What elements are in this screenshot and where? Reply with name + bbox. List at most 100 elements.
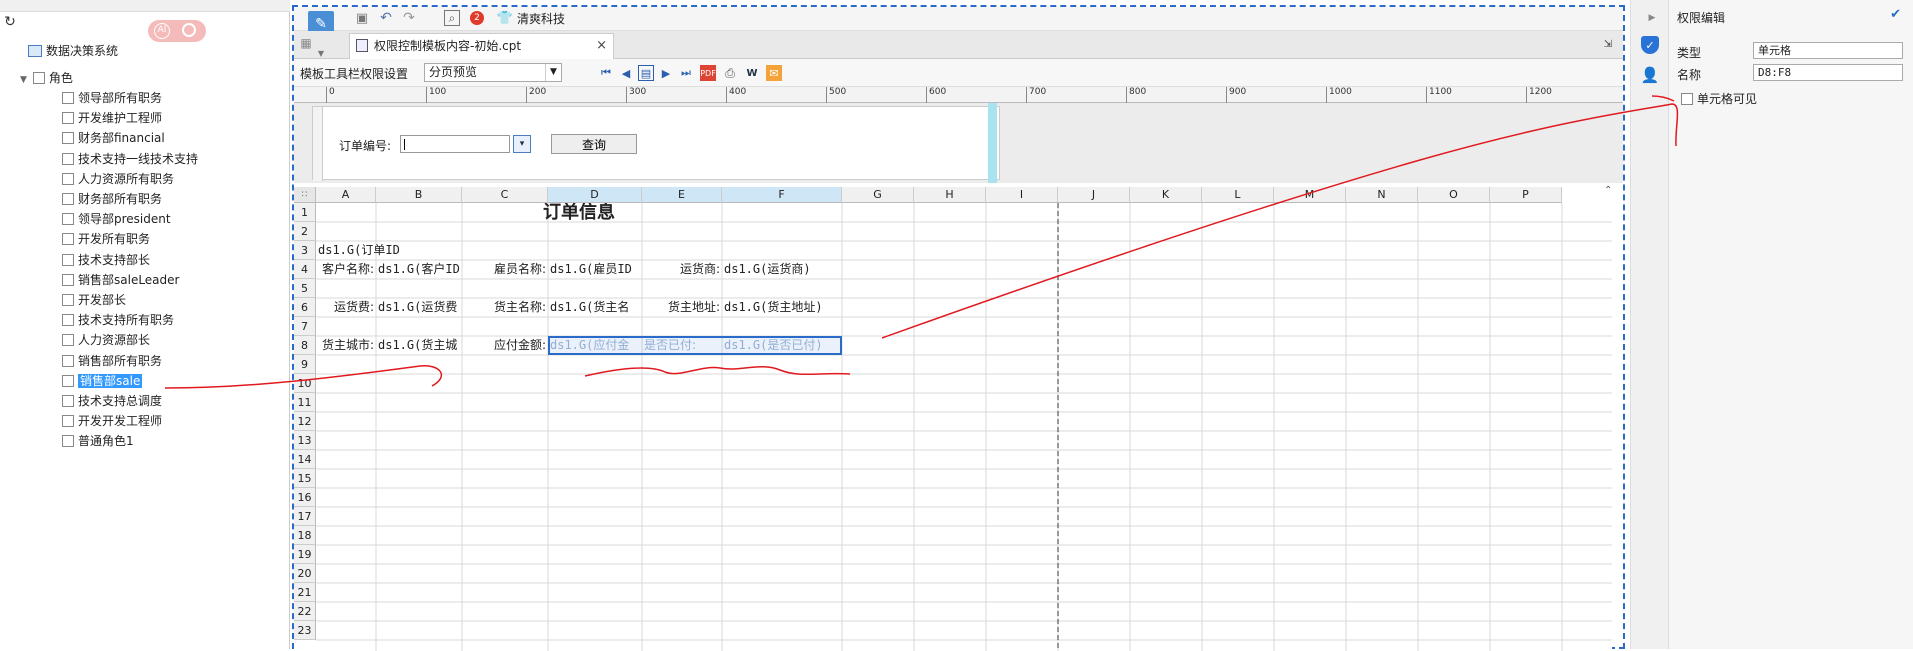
export-pdf-icon[interactable]: PDF	[700, 65, 716, 81]
dropdown-button[interactable]: ▾	[513, 135, 531, 153]
first-page-icon[interactable]: ⏮	[598, 65, 614, 81]
save-icon[interactable]: ▣	[354, 10, 370, 26]
row-header[interactable]: 19	[294, 545, 316, 564]
role-checkbox[interactable]	[62, 193, 74, 205]
select-all-corner[interactable]: ∷	[294, 187, 316, 203]
column-header[interactable]: P	[1490, 187, 1562, 203]
row-header[interactable]: 4	[294, 260, 316, 279]
role-checkbox[interactable]	[62, 334, 74, 347]
redo-icon[interactable]: ↷	[401, 10, 417, 26]
role-checkbox[interactable]	[62, 172, 74, 185]
row-header[interactable]: 18	[294, 526, 316, 545]
role-item[interactable]: 技术支持部长	[62, 251, 150, 269]
next-page-icon[interactable]: ▶	[658, 65, 674, 81]
column-header[interactable]: F	[722, 187, 842, 203]
prev-page-icon[interactable]: ◀	[618, 65, 634, 81]
cell-visible-option[interactable]: 单元格可见	[1681, 92, 1757, 106]
cell-e6[interactable]: 货主地址:	[644, 298, 720, 316]
row-header[interactable]: 2	[294, 222, 316, 241]
role-item[interactable]: 技术支持所有职务	[62, 311, 174, 329]
brand-label[interactable]: 清爽科技	[517, 10, 565, 27]
role-checkbox[interactable]	[62, 374, 74, 387]
chevron-right-icon[interactable]: ▶	[1647, 12, 1657, 24]
row-header[interactable]: 17	[294, 507, 316, 526]
row-header[interactable]: 12	[294, 412, 316, 431]
cell-b4[interactable]: ds1.G(客户ID	[378, 260, 460, 278]
row-header[interactable]: 11	[294, 393, 316, 412]
row-header[interactable]: 8	[294, 336, 316, 355]
tree-role-root[interactable]: ▼ 角色	[20, 69, 73, 87]
role-item[interactable]: 人力资源所有职务	[62, 170, 174, 188]
cell-d6[interactable]: ds1.G(货主名	[550, 298, 640, 316]
row-header[interactable]: 13	[294, 431, 316, 450]
cell-e4[interactable]: 运货商:	[644, 260, 720, 278]
print-icon[interactable]: ⎙	[722, 65, 738, 81]
role-item[interactable]: 销售部saleLeader	[62, 271, 179, 289]
cell-title[interactable]: 订单信息	[318, 203, 840, 222]
expand-chevron-icon[interactable]: ▼	[20, 75, 27, 85]
cell-b8[interactable]: ds1.G(货主城	[378, 336, 460, 354]
column-header[interactable]: O	[1418, 187, 1490, 203]
cell-c8[interactable]: 应付金额:	[464, 336, 546, 354]
column-header[interactable]: I	[986, 187, 1058, 203]
left-scrollbar[interactable]	[0, 0, 290, 12]
row-header[interactable]: 3	[294, 241, 316, 260]
row-header[interactable]: 9	[294, 355, 316, 374]
cell-c6[interactable]: 货主名称:	[464, 298, 546, 316]
role-item[interactable]: 开发开发工程师	[62, 412, 162, 430]
cell-selection[interactable]	[548, 336, 842, 355]
role-checkbox[interactable]	[62, 294, 74, 306]
column-header[interactable]: B	[376, 187, 462, 203]
cell-f6[interactable]: ds1.G(货主地址)	[724, 298, 840, 316]
column-header[interactable]: A	[316, 187, 376, 203]
cell-f4[interactable]: ds1.G(运货商)	[724, 260, 840, 278]
role-checkbox[interactable]	[62, 152, 74, 165]
column-header[interactable]: K	[1130, 187, 1202, 203]
column-header[interactable]: M	[1274, 187, 1346, 203]
refresh-icon[interactable]: ↻	[3, 14, 17, 30]
role-checkbox[interactable]	[62, 395, 74, 407]
user-icon[interactable]: 👤	[1641, 66, 1660, 84]
role-item[interactable]: 财务部所有职务	[62, 190, 162, 208]
chevron-down-icon[interactable]: ▼	[545, 64, 561, 81]
role-checkbox[interactable]	[62, 132, 74, 145]
query-button[interactable]: 查询	[551, 134, 637, 154]
row-header[interactable]: 22	[294, 602, 316, 621]
role-item[interactable]: 普通角色1	[62, 432, 134, 450]
cell-d4[interactable]: ds1.G(雇员ID	[550, 260, 640, 278]
tab-template[interactable]: 权限控制模板内容-初始.cpt ×	[349, 33, 614, 59]
scroll-up-icon[interactable]: ⌃	[1604, 185, 1614, 197]
row-header[interactable]: 14	[294, 450, 316, 469]
notification-badge[interactable]: 2	[470, 11, 484, 25]
role-checkbox[interactable]	[62, 435, 74, 448]
tree-system-node[interactable]: 数据决策系统	[28, 42, 118, 60]
row-header[interactable]: 20	[294, 564, 316, 583]
row-header[interactable]: 1	[294, 203, 316, 222]
role-checkbox[interactable]	[62, 233, 74, 246]
close-icon[interactable]: ×	[596, 34, 607, 58]
column-header[interactable]: N	[1346, 187, 1418, 203]
role-item[interactable]: 领导部所有职务	[62, 89, 162, 107]
email-icon[interactable]: ✉	[766, 65, 782, 81]
role-item[interactable]: 销售部sale	[62, 372, 143, 390]
column-header[interactable]: H	[914, 187, 986, 203]
role-checkbox[interactable]	[62, 273, 74, 286]
cell-a8[interactable]: 货主城市:	[318, 336, 374, 354]
spreadsheet[interactable]: ∷ ABCDEFGHIJKLMNOP 1 2 3 4 5 6 7 8 9 10 11 12 13 14 15…	[294, 185, 1614, 651]
role-checkbox[interactable]	[62, 253, 74, 266]
tab-menu-icon[interactable]: ⇲	[1601, 37, 1615, 51]
page-number-icon[interactable]: ▤	[638, 65, 654, 81]
role-checkbox[interactable]	[62, 213, 74, 226]
export-word-icon[interactable]: W	[744, 65, 760, 81]
role-item[interactable]: 销售部所有职务	[62, 352, 162, 370]
role-item[interactable]: 财务部financial	[62, 129, 165, 147]
column-header[interactable]: E	[642, 187, 722, 203]
column-header[interactable]: D	[548, 187, 642, 203]
shield-icon[interactable]: ✓	[1641, 36, 1659, 54]
role-item[interactable]: 技术支持一线技术支持	[62, 150, 198, 168]
role-item[interactable]: 开发部长	[62, 291, 126, 309]
role-checkbox[interactable]	[62, 314, 74, 327]
order-id-input[interactable]	[400, 135, 510, 153]
role-checkbox[interactable]	[62, 92, 74, 104]
role-item[interactable]: 开发所有职务	[62, 230, 150, 248]
